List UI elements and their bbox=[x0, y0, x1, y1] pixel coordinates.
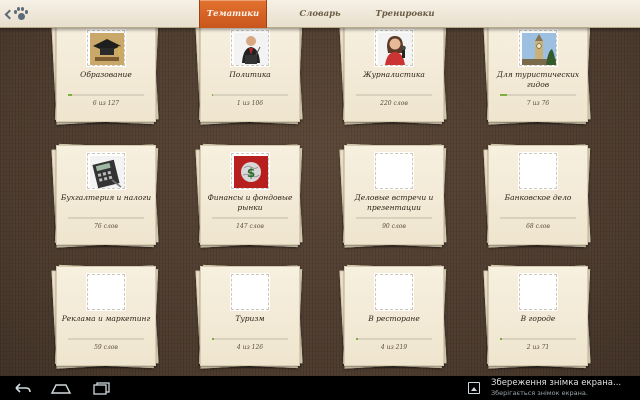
topic-card[interactable]: $ Финансы и фондовые рынки 147 слов bbox=[195, 143, 303, 248]
card-title: Финансы и фондовые рынки bbox=[207, 193, 293, 212]
card-word-count: 59 слов bbox=[94, 344, 118, 351]
card-progress-bar bbox=[356, 217, 432, 219]
back-button[interactable] bbox=[4, 6, 30, 22]
card-progress-bar bbox=[68, 217, 144, 219]
card-word-count: 147 слов bbox=[236, 223, 264, 230]
card-progress-bar bbox=[68, 94, 144, 96]
dollar-globe-icon: $ bbox=[230, 152, 270, 190]
graduation-cap-icon bbox=[86, 29, 126, 67]
card-progress-bar bbox=[500, 338, 576, 340]
card-title: Для туристических гидов bbox=[496, 70, 580, 89]
card-progress-fill bbox=[500, 338, 503, 340]
card-title: В ресторане bbox=[368, 314, 420, 323]
card-progress-bar bbox=[212, 94, 288, 96]
journalist-icon bbox=[374, 29, 414, 67]
topic-card[interactable]: Банковское дело 68 слов bbox=[483, 143, 591, 248]
card-word-count: 2 из 71 bbox=[526, 344, 550, 351]
card-title: Политика bbox=[229, 70, 271, 79]
back-nav-icon[interactable] bbox=[12, 381, 32, 395]
topic-card[interactable]: Бухгалтерия и налоги 76 слов bbox=[51, 143, 159, 248]
card-title: В городе bbox=[520, 314, 556, 323]
topic-card[interactable]: В ресторане 4 из 219 bbox=[339, 264, 447, 369]
card-title: Банковское дело bbox=[504, 193, 572, 202]
notification-title: Збереження знімка екрана... bbox=[491, 378, 622, 388]
card-title: Деловые встречи и презентации bbox=[354, 193, 434, 212]
card-word-count: 76 слов bbox=[94, 223, 118, 230]
tab-training[interactable]: Тренировки bbox=[372, 4, 438, 24]
chevron-left-icon bbox=[4, 9, 15, 19]
card-progress-bar bbox=[500, 94, 576, 96]
card-progress-fill bbox=[68, 94, 72, 96]
card-progress-bar bbox=[212, 338, 288, 340]
topic-card[interactable]: Журналистика 220 слов bbox=[339, 20, 447, 125]
topic-card[interactable]: В городе 2 из 71 bbox=[483, 264, 591, 369]
topic-card[interactable]: Деловые встречи и презентации 90 слов bbox=[339, 143, 447, 248]
card-progress-bar bbox=[356, 338, 432, 340]
topic-card[interactable]: Политика 1 из 106 bbox=[195, 20, 303, 125]
image-notification-icon bbox=[468, 382, 480, 394]
card-progress-bar bbox=[68, 338, 144, 340]
android-nav-bar: Збереження знімка екрана... Зберігається… bbox=[0, 376, 640, 400]
card-progress-fill bbox=[212, 94, 213, 96]
card-title: Образование bbox=[80, 70, 132, 79]
card-progress-bar bbox=[356, 94, 432, 96]
blank-stamp-icon bbox=[230, 273, 270, 311]
politician-icon bbox=[230, 29, 270, 67]
card-word-count: 7 из 76 bbox=[526, 100, 550, 107]
card-progress-fill bbox=[500, 94, 507, 96]
blank-stamp-icon bbox=[374, 152, 414, 190]
blank-stamp-icon bbox=[518, 152, 558, 190]
card-progress-fill bbox=[212, 338, 215, 340]
card-word-count: 68 слов bbox=[526, 223, 550, 230]
card-word-count: 6 из 127 bbox=[92, 100, 120, 107]
blank-stamp-icon bbox=[374, 273, 414, 311]
card-title: Туризм bbox=[235, 314, 265, 323]
card-progress-bar bbox=[212, 217, 288, 219]
blank-stamp-icon bbox=[86, 273, 126, 311]
card-progress-bar bbox=[500, 217, 576, 219]
recent-apps-icon[interactable] bbox=[92, 381, 112, 395]
topic-card[interactable]: Для туристических гидов 7 из 76 bbox=[483, 20, 591, 125]
tab-dictionary[interactable]: Словарь bbox=[290, 4, 350, 24]
card-title: Журналистика bbox=[363, 70, 425, 79]
card-word-count: 4 из 126 bbox=[236, 344, 264, 351]
card-word-count: 1 из 106 bbox=[236, 100, 264, 107]
card-word-count: 220 слов bbox=[380, 100, 408, 107]
paw-icon bbox=[14, 7, 28, 21]
card-word-count: 90 слов bbox=[382, 223, 406, 230]
top-bar: Тематики Словарь Тренировки bbox=[0, 0, 640, 28]
card-progress-fill bbox=[356, 338, 358, 340]
notification-subtitle: Зберігається знімок екрана. bbox=[491, 389, 588, 397]
home-nav-icon[interactable] bbox=[50, 381, 72, 395]
card-title: Реклама и маркетинг bbox=[61, 314, 151, 323]
topic-card[interactable]: Образование 6 из 127 bbox=[51, 20, 159, 125]
topic-card[interactable]: Туризм 4 из 126 bbox=[195, 264, 303, 369]
card-word-count: 4 из 219 bbox=[380, 344, 408, 351]
tab-topics[interactable]: Тематики bbox=[199, 0, 267, 28]
svg-text:$: $ bbox=[247, 166, 255, 180]
blank-stamp-icon bbox=[518, 273, 558, 311]
topic-card[interactable]: Реклама и маркетинг 59 слов bbox=[51, 264, 159, 369]
calculator-icon bbox=[86, 152, 126, 190]
tower-icon bbox=[518, 29, 558, 67]
card-title: Бухгалтерия и налоги bbox=[60, 193, 152, 202]
